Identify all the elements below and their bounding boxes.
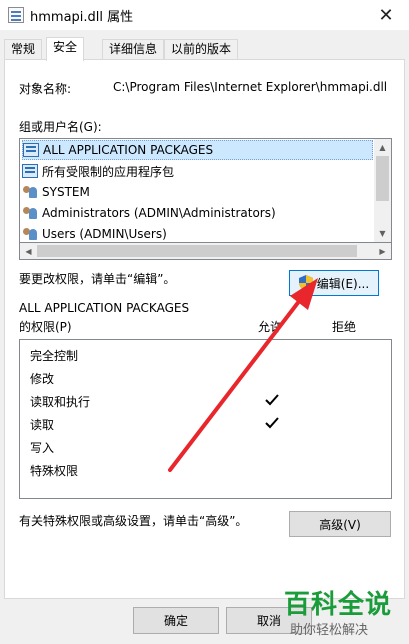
scroll-up-icon[interactable]: ▲ [374,139,391,156]
allow-check-icon [265,394,279,406]
tab-previous-versions[interactable]: 以前的版本 [164,39,239,60]
vertical-scrollbar[interactable]: ▲ ▼ [374,139,391,242]
scroll-thumb[interactable] [376,156,389,201]
permission-row: 修改 [30,372,55,386]
allow-header: 允许 [258,320,283,334]
list-item[interactable]: Users (ADMIN\Users) [22,224,373,242]
scroll-down-icon[interactable]: ▼ [374,225,391,242]
package-icon [23,143,39,157]
edit-button[interactable]: 编辑(E)... [289,270,379,296]
watermark-subtitle: 助你轻松解决 [290,623,369,638]
close-button[interactable]: ✕ [363,0,409,30]
edit-hint: 要更改权限，请单击“编辑”。 [19,272,176,286]
scroll-right-icon[interactable]: ▶ [374,243,391,259]
object-name-label: 对象名称: [19,82,72,96]
watermark-logo: 百科全说 助你轻松解决 [270,580,409,644]
watermark-title: 百科全说 [284,590,393,620]
window-title: hmmapi.dll 属性 [30,10,134,25]
advanced-button[interactable]: 高级(V) [289,511,391,537]
ok-button[interactable]: 确定 [133,607,219,634]
permission-row: 完全控制 [30,349,79,363]
edit-button-label: 编辑(E)... [316,276,370,291]
title-bar: hmmapi.dll 属性 ✕ [0,0,409,30]
scroll-left-icon[interactable]: ◀ [20,243,37,259]
groups-label: 组或用户名(G): [19,120,102,134]
permissions-table: 完全控制 修改 读取和执行 读取 写入 特殊权限 [19,339,392,499]
list-item[interactable]: ALL APPLICATION PACKAGES [22,140,373,160]
package-icon [22,164,38,178]
permission-row: 读取和执行 [30,395,91,409]
groups-listbox[interactable]: ALL APPLICATION PACKAGES 所有受限制的应用程序包 SYS… [19,138,392,243]
tab-details[interactable]: 详细信息 [102,39,165,60]
security-panel: 对象名称: C:\Program Files\Internet Explorer… [4,59,405,599]
object-name-value: C:\Program Files\Internet Explorer\hmmap… [113,80,388,94]
advanced-hint: 有关特殊权限或高级设置，请单击“高级”。 [19,514,248,528]
tab-security[interactable]: 安全 [46,37,85,61]
permission-row: 特殊权限 [30,464,79,478]
list-item-label: Users (ADMIN\Users) [42,227,167,241]
deny-header: 拒绝 [332,320,357,334]
scroll-thumb[interactable] [37,245,357,257]
shield-icon [298,275,313,291]
horizontal-scrollbar[interactable]: ◀ ▶ [19,243,392,260]
tab-general[interactable]: 常规 [4,39,43,60]
permission-row: 写入 [30,441,55,455]
users-icon [22,206,38,220]
permissions-title-suffix: 的权限(P) [19,320,72,334]
list-item[interactable]: Administrators (ADMIN\Administrators) [22,203,373,223]
list-item-label: SYSTEM [42,185,90,199]
allow-check-icon [265,417,279,429]
file-icon [8,7,24,23]
list-item-label: ALL APPLICATION PACKAGES [43,143,214,157]
users-icon [22,227,38,241]
list-item[interactable]: 所有受限制的应用程序包 [22,161,373,181]
list-item-label: Administrators (ADMIN\Administrators) [42,206,276,220]
list-item[interactable]: SYSTEM [22,182,373,202]
list-item-label: 所有受限制的应用程序包 [42,164,175,179]
users-icon [22,185,38,199]
permission-row: 读取 [30,418,55,432]
permissions-title: ALL APPLICATION PACKAGES [19,301,190,315]
